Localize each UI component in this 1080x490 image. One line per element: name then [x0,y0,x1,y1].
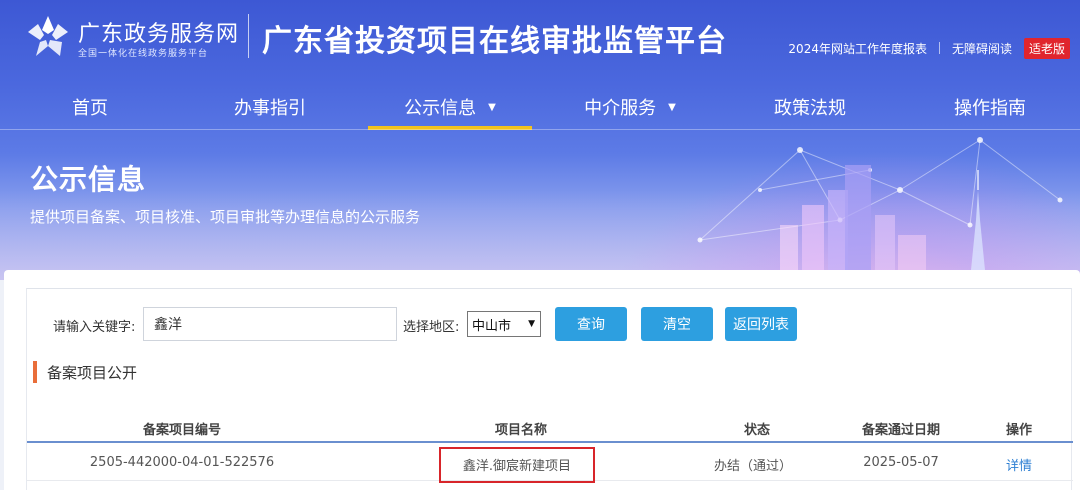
nav-item-label: 政策法规 [774,98,846,119]
header-banner: 广东政务服务网 全国一体化在线政务服务平台 广东省投资项目在线审批监管平台 20… [0,0,1080,280]
nav-item-label: 公示信息 [404,98,477,119]
nav-item-label: 操作指南 [954,98,1026,119]
clear-button[interactable]: 清空 [641,307,713,341]
nav-item-public-info[interactable]: 公示信息 ▼ [360,84,540,130]
content-card: 请输入关键字: 选择地区: 中山市 ▼ 查询 清空 返回列表 备案项目公开 备案… [4,270,1080,490]
region-select[interactable]: 中山市 ▼ [467,311,541,337]
section-title: 备案项目公开 [47,363,138,382]
platform-title: 广东省投资项目在线审批监管平台 [262,24,727,59]
nav-divider [0,129,1080,130]
select-arrow-icon: ▼ [528,319,535,329]
detail-link[interactable]: 详情 [1006,455,1032,474]
banner-subtitle: 提供项目备案、项目核准、项目审批等办理信息的公示服务 [30,208,421,226]
search-bar: 请输入关键字: 选择地区: 中山市 ▼ 查询 清空 返回列表 [27,307,1073,341]
nav-item-intermediary[interactable]: 中介服务 ▼ [540,84,720,130]
caret-down-icon: ▼ [668,101,676,113]
city-skyline-illustration [697,137,1063,280]
nav-item-label: 首页 [72,98,108,119]
top-link-separator [938,42,940,54]
col-header-status: 状态 [743,423,771,438]
content-panel: 请输入关键字: 选择地区: 中山市 ▼ 查询 清空 返回列表 备案项目公开 备案… [26,288,1073,490]
cell-project-name: 鑫洋.御宸新建项目 [462,459,572,474]
cell-date: 2025-05-07 [863,455,939,470]
col-header-name: 项目名称 [494,423,548,438]
nav-item-home[interactable]: 首页 [0,84,180,130]
section-accent-bar [33,361,37,383]
nav-item-guide[interactable]: 办事指引 [180,84,360,130]
annual-report-link[interactable]: 2024年网站工作年度报表 [788,40,927,57]
table-header: 备案项目编号 项目名称 状态 备案通过日期 操作 [27,413,1073,443]
region-select-value: 中山市 [472,318,512,334]
col-header-action: 操作 [1005,423,1033,438]
header-divider [248,14,249,58]
accessibility-link[interactable]: 无障碍阅读 [952,40,1012,57]
banner-title: 公示信息 [30,163,147,196]
portal-subtitle: 全国一体化在线政务服务平台 [78,49,209,59]
nav-item-operation-guide[interactable]: 操作指南 [900,84,1080,130]
nav-item-policy[interactable]: 政策法规 [720,84,900,130]
keyword-label: 请输入关键字: [53,320,136,335]
nav-item-label: 中介服务 [584,98,657,119]
elder-mode-button[interactable]: 适老版 [1023,37,1070,59]
nav-item-label: 办事指引 [234,98,306,119]
keyword-input[interactable] [143,307,397,341]
cell-status: 办结（通过） [713,459,793,474]
portal-logo-icon [28,16,68,56]
section-header: 备案项目公开 [33,361,137,383]
portal-name: 广东政务服务网 [78,22,240,47]
main-nav: 首页 办事指引 公示信息 ▼ 中介服务 ▼ 政策法规 操作指南 [0,84,1080,130]
top-links: 2024年网站工作年度报表 无障碍阅读 适老版 [788,37,1070,59]
portal-logo[interactable]: 广东政务服务网 全国一体化在线政务服务平台 [24,12,264,62]
back-to-list-button[interactable]: 返回列表 [725,307,797,341]
cell-project-code: 2505-442000-04-01-522576 [89,455,275,470]
col-header-date: 备案通过日期 [861,423,941,438]
col-header-code: 备案项目编号 [142,423,222,438]
caret-down-icon: ▼ [488,101,496,113]
region-label: 选择地区: [403,320,460,335]
query-button[interactable]: 查询 [555,307,627,341]
table-row: 2505-442000-04-01-522576 鑫洋.御宸新建项目 办结（通过… [27,445,1073,483]
